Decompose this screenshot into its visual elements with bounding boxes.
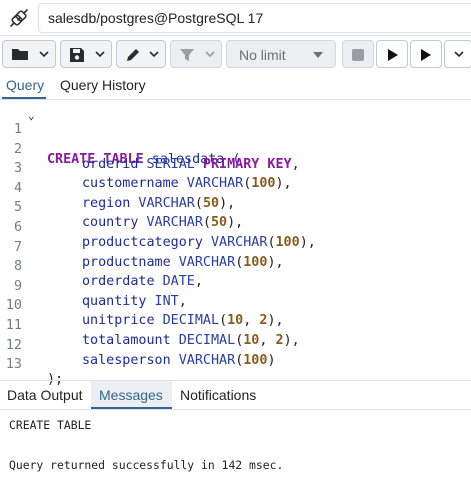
edit-pen-icon xyxy=(127,49,139,61)
chevron-down-icon xyxy=(205,51,215,57)
filter-icon xyxy=(180,49,194,61)
execute-icon xyxy=(388,49,398,61)
chevron-down-icon xyxy=(149,51,159,57)
connection-plug-icon[interactable] xyxy=(8,7,30,29)
row-limit-select[interactable]: No limit xyxy=(226,40,336,68)
chevron-down-icon xyxy=(454,51,464,57)
save-button[interactable] xyxy=(60,40,112,68)
connection-select[interactable]: salesdb/postgres@PostgreSQL 17 xyxy=(38,3,471,33)
message-line: CREATE TABLE xyxy=(9,418,92,432)
edit-button[interactable] xyxy=(116,40,166,68)
stop-icon xyxy=(352,49,364,61)
chevron-down-icon xyxy=(95,51,105,57)
chevron-down-icon xyxy=(39,51,49,57)
open-file-button[interactable] xyxy=(2,40,56,68)
fold-chevron-icon[interactable]: ⌄ xyxy=(28,109,35,122)
code-line: 1 ⌄ CREATE TABLE salesdata ( xyxy=(0,107,471,167)
code-line: 5 country VARCHAR(50), xyxy=(0,185,471,230)
execute-button[interactable] xyxy=(376,40,408,68)
code-line: 9 quantity INT, xyxy=(0,264,471,309)
connection-label: salesdb/postgres@PostgreSQL 17 xyxy=(48,10,264,26)
tab-messages[interactable]: Messages xyxy=(99,387,163,403)
row-limit-label: No limit xyxy=(239,47,286,63)
code-line: 2 orderid SERIAL PRIMARY KEY, xyxy=(0,127,471,172)
code-line: 10 unitprice DECIMAL(10, 2), xyxy=(0,283,471,328)
folder-icon xyxy=(12,49,28,60)
tab-data-output[interactable]: Data Output xyxy=(7,387,83,403)
code-line: 13 ); xyxy=(0,342,471,387)
connection-bar: salesdb/postgres@PostgreSQL 17 xyxy=(0,0,471,36)
sql-editor[interactable]: 1 ⌄ CREATE TABLE salesdata ( 2 orderid S… xyxy=(0,104,471,387)
code-line: 6 productcategory VARCHAR(100), xyxy=(0,205,471,250)
execute-script-button[interactable] xyxy=(410,40,442,68)
query-toolbar: No limit xyxy=(0,36,471,72)
caret-down-icon xyxy=(313,52,323,58)
code-line: 4 region VARCHAR(50), xyxy=(0,166,471,211)
active-output-tab-indicator xyxy=(91,407,172,409)
line-number: 13 xyxy=(5,357,22,373)
execute-options-button[interactable] xyxy=(444,40,471,68)
code-line: 7 productname VARCHAR(100), xyxy=(0,225,471,270)
tab-query[interactable]: Query xyxy=(6,77,44,93)
save-icon xyxy=(70,48,84,62)
code-line: 11 totalamount DECIMAL(10, 2), xyxy=(0,303,471,348)
editor-tabs: Query Query History xyxy=(0,74,471,100)
message-line: Query returned successfully in 142 msec. xyxy=(9,458,284,472)
tab-query-history[interactable]: Query History xyxy=(60,77,146,93)
execute-script-icon xyxy=(421,49,431,61)
code-line: 12 salesperson VARCHAR(100) xyxy=(0,323,471,368)
code-line: 8 orderdate DATE, xyxy=(0,244,471,289)
active-tab-indicator xyxy=(2,97,46,99)
stop-button[interactable] xyxy=(342,40,374,68)
code-line: 3 customername VARCHAR(100), xyxy=(0,146,471,191)
output-tabs: Data Output Messages Notifications xyxy=(0,380,471,410)
filter-button[interactable] xyxy=(170,40,222,68)
tab-notifications[interactable]: Notifications xyxy=(180,387,256,403)
